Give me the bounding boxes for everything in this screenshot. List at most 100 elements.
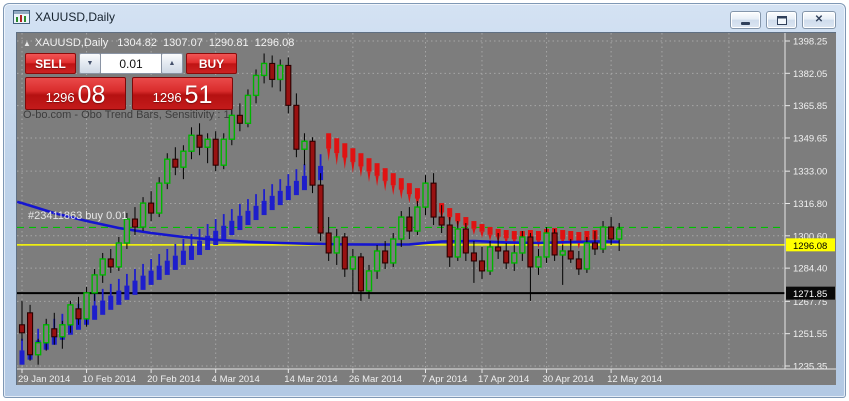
candle-bear — [236, 114, 243, 124]
trend-bar-down — [334, 138, 340, 154]
trend-bar-up — [287, 174, 290, 186]
chart-area[interactable]: 1398.25 1382.05 1365.85 1349.65 1333.00 1316.… — [16, 32, 836, 385]
trend-bar-up — [108, 295, 114, 310]
candle-bull — [139, 202, 147, 228]
trend-bar-up — [277, 190, 283, 206]
trend-bar-down — [406, 183, 412, 195]
date-tick-label: 29 Jan 2014 — [18, 374, 70, 385]
candle-bear — [495, 246, 502, 252]
trend-bar-up — [116, 290, 122, 305]
trend-bar-up — [206, 224, 209, 236]
trend-bar-down — [367, 171, 371, 183]
volume-decrease-button[interactable]: ▼ — [79, 53, 101, 74]
candle-bear — [75, 308, 82, 320]
candle-bull — [349, 256, 357, 270]
trend-bar-down — [535, 231, 541, 241]
trend-bar-down — [359, 166, 363, 178]
candle-bear — [341, 236, 348, 270]
candle-bear — [446, 224, 453, 258]
trend-bar-up — [166, 248, 169, 261]
window-title: XAUUSD,Daily — [35, 10, 116, 24]
trend-bar-down — [350, 148, 356, 162]
candle-bull — [543, 232, 550, 258]
price-tick-label: 1349.65 — [793, 133, 827, 144]
candle-bull — [260, 62, 268, 77]
candle-bull — [390, 238, 397, 264]
candle-bear — [503, 250, 510, 264]
trend-bar-down — [568, 231, 574, 241]
trend-bar-down — [382, 168, 388, 181]
candle-bull — [398, 216, 405, 240]
ask-price-box[interactable]: 1296 51 — [132, 77, 233, 110]
trend-bar-up — [158, 253, 161, 266]
trend-bar-up — [190, 234, 193, 246]
trend-bar-up — [213, 230, 219, 245]
trend-bar-up — [303, 164, 306, 176]
restore-icon — [776, 15, 787, 25]
candle-bull — [99, 258, 106, 276]
candle-bear — [567, 250, 574, 260]
trend-bar-down — [447, 208, 453, 217]
candle-bear — [406, 216, 413, 232]
candle-bull — [486, 246, 494, 272]
one-click-trading-panel: SELL ▼ ▲ BUY — [25, 53, 237, 74]
trend-bar-up — [100, 300, 106, 315]
candle-bear — [107, 258, 114, 268]
candle-bear — [131, 218, 139, 228]
volume-increase-button[interactable]: ▲ — [161, 53, 183, 74]
candle-bull — [422, 182, 429, 208]
trend-bar-up — [293, 180, 299, 196]
restore-button[interactable] — [766, 11, 797, 29]
trend-bar-up — [148, 270, 154, 285]
candle-bear — [196, 134, 203, 148]
candle-bull — [559, 250, 566, 256]
trend-bar-up — [174, 243, 177, 256]
buy-button[interactable]: BUY — [186, 53, 237, 74]
candle-bull — [188, 134, 195, 152]
price-tick-label: 1333.00 — [793, 167, 827, 178]
trend-bar-up — [37, 328, 40, 341]
candle-bull — [164, 158, 171, 184]
date-tick-label: 14 Mar 2014 — [284, 374, 337, 385]
candle-bull — [34, 342, 42, 356]
sell-button[interactable]: SELL — [25, 53, 76, 74]
candle-bull — [244, 94, 252, 124]
candle-bear — [382, 250, 389, 264]
trend-bar-down — [479, 224, 485, 232]
candle-bull — [180, 150, 187, 168]
candle-bull — [252, 74, 260, 97]
titlebar[interactable]: XAUUSD,Daily ✕ — [4, 4, 845, 31]
trend-bar-up — [197, 240, 203, 255]
trend-bar-up — [238, 204, 241, 216]
candle-bear — [18, 324, 26, 334]
axis-price-badge-label: 1271.85 — [793, 289, 827, 300]
trend-bar-down — [487, 227, 493, 235]
bid-price-box[interactable]: 1296 08 — [25, 77, 126, 110]
trend-bar-up — [245, 210, 251, 226]
trend-bar-up — [237, 215, 243, 231]
trend-bar-down — [366, 158, 372, 172]
axis-price-badge-label: 1296.08 — [793, 241, 827, 252]
ohlc-high: 1307.07 — [163, 37, 203, 49]
candle-bull — [59, 324, 66, 338]
trend-bar-down — [390, 173, 396, 186]
candle-bull — [583, 242, 591, 270]
trend-bar-down — [343, 157, 347, 170]
candle-bull — [373, 250, 381, 272]
candle-bear — [591, 242, 599, 250]
price-tick-label: 1365.85 — [793, 101, 827, 112]
price-tick-label: 1316.80 — [793, 199, 827, 210]
minimize-button[interactable] — [730, 11, 761, 29]
candle-bull — [220, 138, 227, 166]
trend-bar-up — [221, 225, 227, 241]
close-button[interactable]: ✕ — [802, 11, 836, 29]
volume-input[interactable] — [101, 53, 161, 74]
trend-bar-up — [172, 255, 178, 270]
trend-bar-down — [480, 231, 484, 239]
bid-big-figure: 1296 — [45, 90, 75, 105]
trend-bar-up — [117, 278, 120, 291]
candle-bear — [551, 232, 558, 256]
price-tick-label: 1398.25 — [793, 37, 827, 48]
trend-bar-down — [375, 175, 379, 187]
candle-bear — [430, 182, 437, 218]
